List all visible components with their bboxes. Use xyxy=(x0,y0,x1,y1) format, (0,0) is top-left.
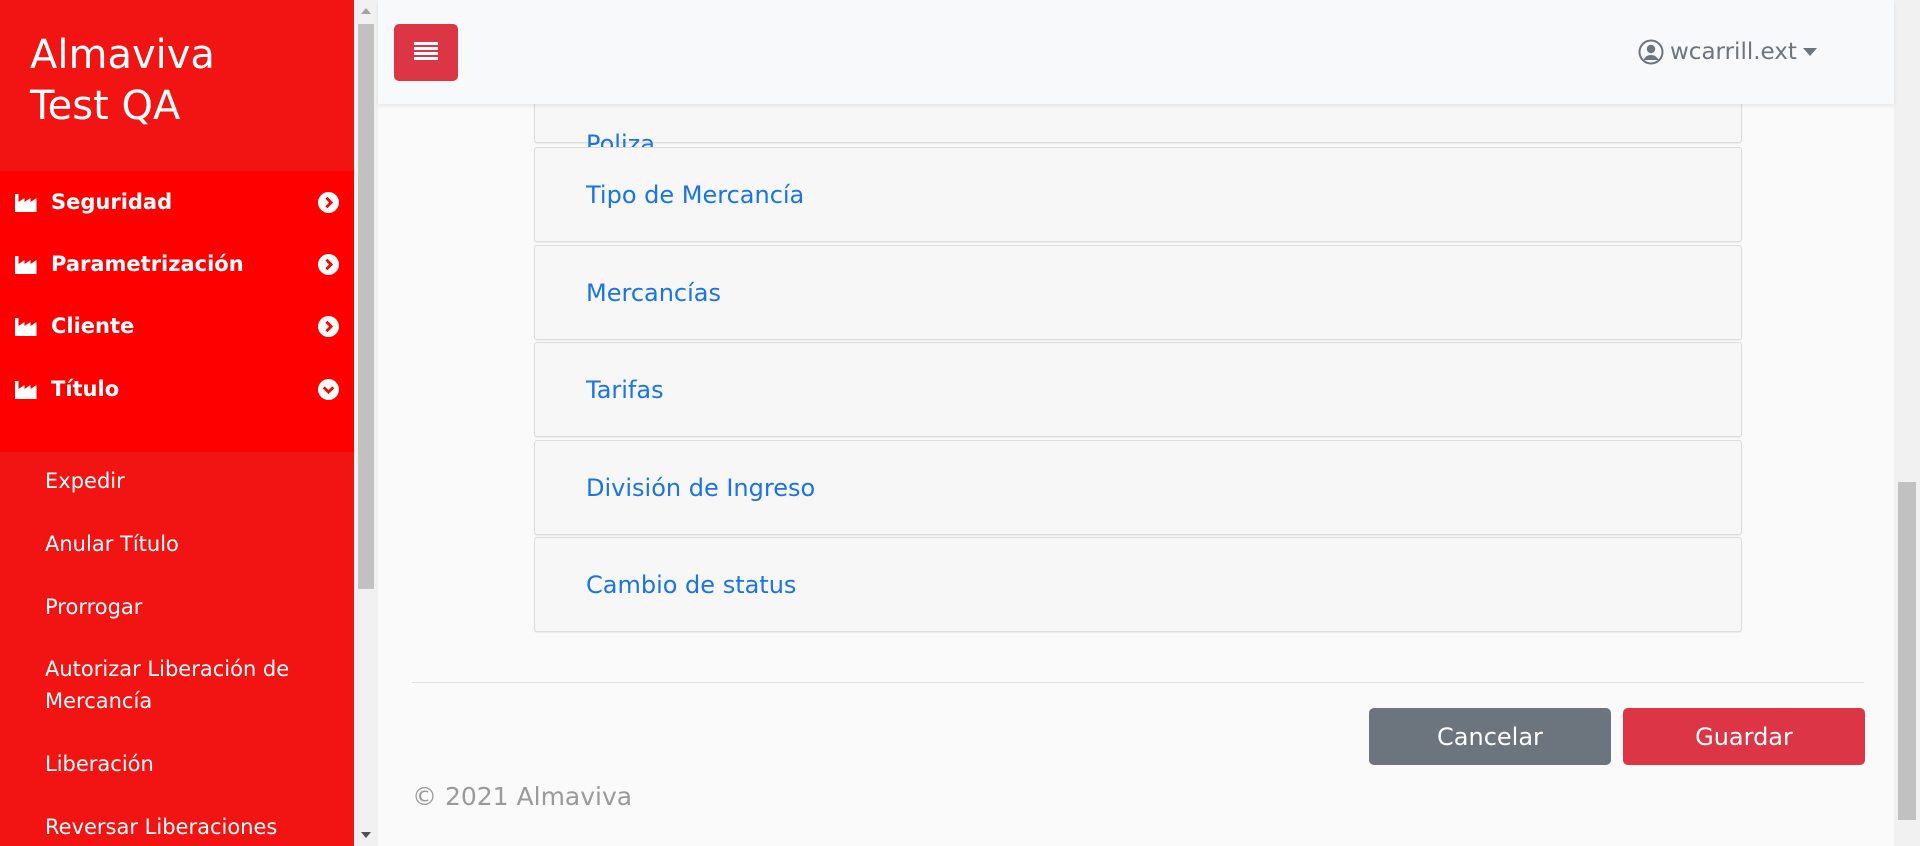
username: wcarrill.ext xyxy=(1670,39,1797,65)
page-scrollbar[interactable] xyxy=(1894,0,1920,846)
chevron-circle-right-icon xyxy=(318,315,339,337)
sidebar-item-parametrizacion[interactable]: Parametrización xyxy=(0,233,354,295)
sidebar-item-label: Seguridad xyxy=(51,190,173,214)
submenu-item-reversar-liberaciones[interactable]: Reversar Liberaciones xyxy=(45,811,335,843)
list-item-link[interactable]: Cambio de status xyxy=(586,571,796,599)
list-item: Mercancías xyxy=(534,245,1742,340)
sidebar-scrollbar[interactable] xyxy=(354,0,378,846)
sidebar-toggle-button[interactable] xyxy=(394,24,458,81)
footer-copyright: © 2021 Almaviva xyxy=(412,782,633,811)
menu-bars-icon xyxy=(414,42,438,62)
list-item: División de Ingreso xyxy=(534,440,1742,535)
industry-icon xyxy=(15,256,37,274)
list-item: Tarifas xyxy=(534,342,1742,437)
sidebar-item-label: Cliente xyxy=(51,314,135,338)
submenu-item-expedir[interactable]: Expedir xyxy=(45,465,335,497)
list-item: Tipo de Mercancía xyxy=(534,147,1742,242)
sidebar-item-label: Parametrización xyxy=(51,252,244,276)
user-dropdown[interactable]: wcarrill.ext xyxy=(1638,34,1817,70)
sidebar-scroll-thumb[interactable] xyxy=(358,24,374,589)
submenu-item-autorizar-liberacion[interactable]: Autorizar Liberación de Mercancía xyxy=(45,653,335,717)
list-item-link[interactable]: División de Ingreso xyxy=(586,474,815,502)
submenu-item-liberacion[interactable]: Liberación xyxy=(45,748,335,780)
page-scroll-thumb[interactable] xyxy=(1898,482,1916,820)
user-circle-icon xyxy=(1638,39,1664,65)
sidebar-item-titulo[interactable]: Título xyxy=(0,358,354,420)
chevron-circle-down-icon xyxy=(318,378,339,400)
scroll-up-arrow-icon[interactable] xyxy=(361,8,371,14)
list-item-link[interactable]: Mercancías xyxy=(586,279,721,307)
main-menu: Seguridad Parametrización Cliente Título xyxy=(0,171,354,452)
brand-line-1: Almaviva xyxy=(30,32,215,78)
sidebar: Almaviva Test QA Seguridad Parametrizaci… xyxy=(0,0,354,846)
sidebar-item-seguridad[interactable]: Seguridad xyxy=(0,171,354,233)
cancel-button[interactable]: Cancelar xyxy=(1369,708,1611,765)
chevron-circle-right-icon xyxy=(318,191,339,213)
scroll-down-arrow-icon[interactable] xyxy=(361,832,371,838)
industry-icon xyxy=(15,194,37,212)
industry-icon xyxy=(15,381,37,399)
submenu-item-anular-titulo[interactable]: Anular Título xyxy=(45,528,335,560)
industry-icon xyxy=(15,318,37,336)
list-item: Cambio de status xyxy=(534,537,1742,632)
sidebar-item-cliente[interactable]: Cliente xyxy=(0,295,354,357)
list-item-link[interactable]: Tipo de Mercancía xyxy=(586,181,804,209)
section-divider xyxy=(412,682,1864,683)
chevron-circle-right-icon xyxy=(318,253,339,275)
brand-title[interactable]: Almaviva Test QA xyxy=(30,30,330,132)
caret-down-icon xyxy=(1802,48,1817,56)
submenu-item-prorrogar[interactable]: Prorrogar xyxy=(45,591,335,623)
sidebar-item-label: Título xyxy=(51,377,120,401)
list-item-link[interactable]: Tarifas xyxy=(586,376,664,404)
save-button[interactable]: Guardar xyxy=(1623,708,1865,765)
top-navbar: wcarrill.ext xyxy=(378,0,1894,104)
brand-line-2: Test QA xyxy=(30,83,181,129)
